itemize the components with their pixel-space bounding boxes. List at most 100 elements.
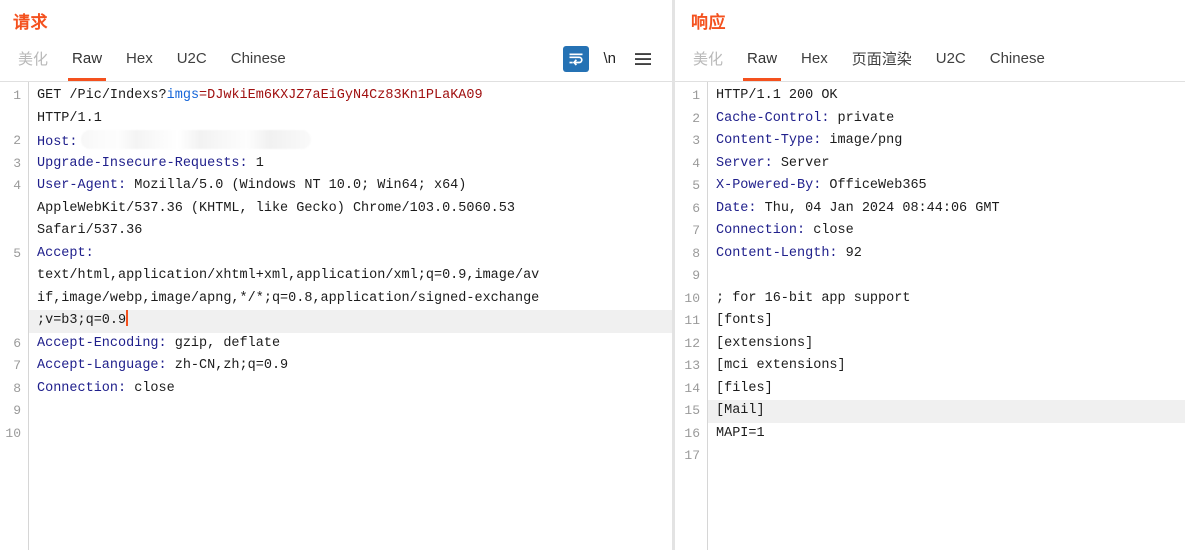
line-number: 13 (684, 358, 700, 373)
header-value: Mozilla/5.0 (Windows NT 10.0; Win64; x64… (126, 178, 467, 193)
request-path: /Pic/Indexs? (69, 88, 167, 103)
header-value: gzip, deflate (166, 335, 281, 351)
code-line: if,image/webp,image/apng,*/*;q=0.8,appli… (37, 290, 540, 306)
request-method-path: GET (37, 88, 62, 103)
response-tabbar: 美化 Raw Hex 页面渲染 U2C Chinese (675, 36, 1185, 82)
code-line: MAPI=1 (716, 425, 765, 441)
response-gutter: 1 2 3 4 5 6 7 8 9 10 11 12 13 14 15 16 1… (675, 82, 707, 550)
request-tab-u2c[interactable]: U2C (165, 36, 219, 81)
line-number (0, 265, 21, 288)
code-line: X-Powered-By: OfficeWeb365 (716, 175, 1185, 198)
line-number (0, 108, 21, 131)
code-line: [mci extensions] (716, 358, 846, 373)
header-value: private (829, 110, 895, 126)
response-tab-u2c[interactable]: U2C (924, 36, 978, 81)
header-value: OfficeWeb365 (821, 178, 927, 193)
code-line: Safari/537.36 (37, 223, 143, 238)
query-param-value: DJwkiEm6KXJZ7aEiGyN4Cz83Kn1PLaKA09 (207, 88, 483, 103)
header-value: Server (772, 155, 830, 171)
code-line: User-Agent: Mozilla/5.0 (Windows NT 10.0… (37, 175, 672, 198)
line-number: 1 (13, 88, 21, 103)
code-line: ; for 16-bit app support (716, 290, 911, 306)
request-panel: 请求 美化 Raw Hex U2C Chinese \n 1 2 3 4 5 6… (0, 0, 672, 550)
code-line-text: ;v=b3;q=0.9 (37, 313, 127, 328)
header-name: X-Powered-By: (716, 178, 822, 193)
response-tab-beautify[interactable]: 美化 (681, 36, 735, 81)
header-name: Accept: (37, 245, 94, 261)
header-name: Connection: (716, 223, 806, 238)
header-name: Host: (37, 135, 78, 150)
line-number: 3 (692, 133, 700, 148)
line-number: 16 (684, 425, 700, 441)
header-name: User-Agent: (37, 178, 127, 193)
code-line: [fonts] (716, 313, 773, 328)
code-line-host: Host: (37, 130, 672, 153)
line-number: 8 (692, 245, 700, 261)
line-number: 5 (13, 245, 21, 261)
response-tab-hex[interactable]: Hex (789, 36, 840, 81)
line-number: 17 (684, 448, 700, 463)
line-number: 5 (692, 178, 700, 193)
line-number: 7 (13, 358, 21, 373)
header-name: Connection: (37, 380, 127, 396)
header-value: zh-CN,zh;q=0.9 (166, 358, 289, 373)
request-tabbar: 美化 Raw Hex U2C Chinese \n (0, 36, 672, 82)
response-tab-chinese[interactable]: Chinese (978, 36, 1057, 81)
line-number: 6 (13, 335, 21, 351)
response-code-area[interactable]: HTTP/1.1 200 OK Cache-Control: private C… (707, 82, 1185, 550)
line-number (0, 220, 21, 243)
header-value: 1 (247, 155, 264, 171)
response-editor[interactable]: 1 2 3 4 5 6 7 8 9 10 11 12 13 14 15 16 1… (675, 82, 1185, 550)
header-name: Server: (716, 155, 773, 171)
line-number: 2 (692, 110, 700, 126)
line-number: 10 (684, 290, 700, 306)
text-cursor (126, 310, 129, 326)
line-number: 12 (684, 335, 700, 351)
query-param-name: imgs (166, 88, 200, 103)
request-tab-raw[interactable]: Raw (60, 36, 114, 81)
response-panel-title: 响应 (691, 13, 726, 32)
word-wrap-icon[interactable] (563, 45, 590, 72)
line-number (0, 288, 21, 311)
response-tab-raw[interactable]: Raw (735, 36, 789, 81)
header-value: image/png (821, 133, 903, 148)
newline-toggle[interactable]: \n (603, 51, 616, 66)
line-number: 4 (692, 155, 700, 171)
line-number: 15 (684, 403, 700, 418)
code-line: GET /Pic/Indexs?imgs=DJwkiEm6KXJZ7aEiGyN… (37, 85, 672, 108)
request-toolbar: \n (563, 45, 672, 72)
response-tab-render[interactable]: 页面渲染 (840, 36, 924, 81)
code-line: Date: Thu, 04 Jan 2024 08:44:06 GMT (716, 198, 1185, 221)
header-name: Content-Length: (716, 245, 838, 261)
header-value: Thu, 04 Jan 2024 08:44:06 GMT (756, 200, 1000, 216)
code-line-active: ;v=b3;q=0.9 (29, 310, 672, 333)
request-tab-beautify[interactable]: 美化 (6, 36, 60, 81)
header-value: 92 (837, 245, 862, 261)
header-value: close (805, 223, 854, 238)
request-tab-hex[interactable]: Hex (114, 36, 165, 81)
http-traffic-viewer: 请求 美化 Raw Hex U2C Chinese \n 1 2 3 4 5 6… (0, 0, 1185, 550)
line-number: 9 (13, 403, 21, 418)
request-gutter: 1 2 3 4 5 6 7 8 9 10 (0, 82, 28, 550)
header-name: Accept-Encoding: (37, 335, 167, 351)
line-number: 9 (692, 268, 700, 283)
code-line: Upgrade-Insecure-Requests: 1 (37, 153, 672, 176)
line-number: 1 (692, 88, 700, 103)
code-line: Content-Length: 92 (716, 243, 1185, 266)
line-number: 11 (684, 313, 700, 328)
code-line: Accept-Encoding: gzip, deflate (37, 333, 672, 356)
hamburger-menu-icon[interactable] (630, 46, 656, 72)
request-editor[interactable]: 1 2 3 4 5 6 7 8 9 10 GET /Pic/Indexs?img… (0, 82, 672, 550)
code-line: Connection: close (37, 378, 672, 401)
request-tab-chinese[interactable]: Chinese (219, 36, 298, 81)
line-number (0, 310, 21, 333)
request-code-area[interactable]: GET /Pic/Indexs?imgs=DJwkiEm6KXJZ7aEiGyN… (28, 82, 672, 550)
code-line: Content-Type: image/png (716, 130, 1185, 153)
redacted-host-value (80, 130, 311, 149)
code-line: Cache-Control: private (716, 108, 1185, 131)
line-number (0, 198, 21, 221)
code-line: Accept: (37, 243, 672, 266)
